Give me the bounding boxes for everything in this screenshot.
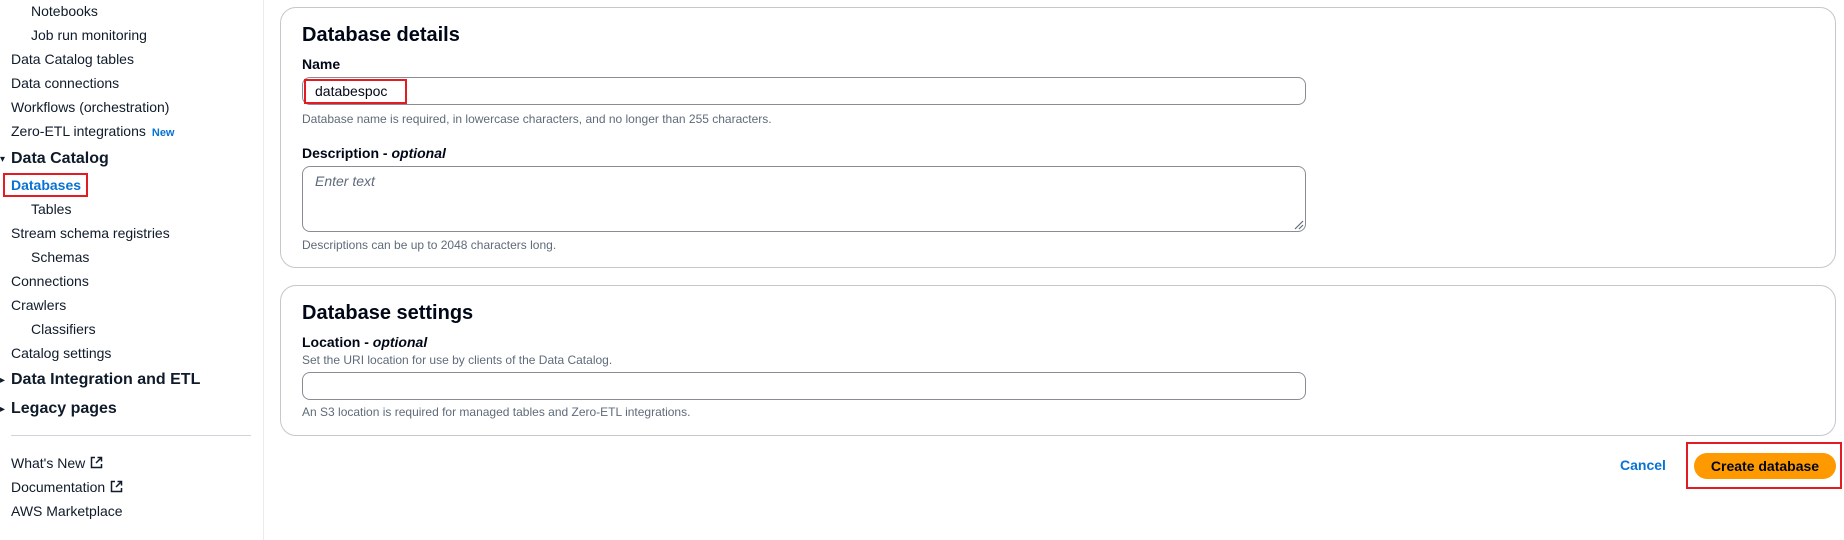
nav-classifiers[interactable]: Classifiers <box>31 320 96 338</box>
highlight-box-create-database <box>1686 442 1842 489</box>
external-link-icon <box>110 480 123 493</box>
caret-right-icon: ▸ <box>0 375 6 386</box>
location-description: Set the URI location for use by clients … <box>302 353 613 367</box>
nav-section-data-integration-etl[interactable]: ▸ Data Integration and ETL <box>0 370 200 391</box>
side-navigation: Notebooks Job run monitoring Data Catalo… <box>0 0 264 540</box>
location-optional-text: optional <box>372 334 428 350</box>
nav-section-data-integration-label: Data Integration and ETL <box>11 371 201 388</box>
description-hint: Descriptions can be up to 2048 character… <box>302 238 557 252</box>
nav-tables[interactable]: Tables <box>31 200 71 218</box>
nav-section-data-catalog-label: Data Catalog <box>11 150 109 167</box>
cancel-button[interactable]: Cancel <box>1620 456 1666 474</box>
location-input[interactable] <box>302 372 1306 400</box>
highlight-box-database-name <box>304 79 407 104</box>
description-optional-text: optional <box>391 145 446 161</box>
location-label-text: Location - <box>302 334 373 350</box>
nav-stream-schema-registries[interactable]: Stream schema registries <box>11 224 170 242</box>
nav-schemas[interactable]: Schemas <box>31 248 89 266</box>
nav-whats-new-label: What's New <box>11 455 86 471</box>
caret-right-icon: ▸ <box>0 404 6 415</box>
location-label: Location - optional <box>302 333 427 351</box>
name-label: Name <box>302 56 341 72</box>
nav-section-data-catalog[interactable]: ▾ Data Catalog <box>0 149 109 170</box>
nav-section-legacy-pages[interactable]: ▸ Legacy pages <box>0 399 117 420</box>
nav-documentation[interactable]: Documentation <box>11 478 123 496</box>
nav-zero-etl-label: Zero-ETL integrations <box>11 123 146 139</box>
nav-workflows[interactable]: Workflows (orchestration) <box>11 98 169 116</box>
nav-connections[interactable]: Connections <box>11 272 89 290</box>
nav-documentation-label: Documentation <box>11 479 106 495</box>
database-name-input[interactable] <box>302 77 1306 105</box>
external-link-icon <box>91 456 103 469</box>
nav-catalog-settings[interactable]: Catalog settings <box>11 344 111 362</box>
name-hint: Database name is required, in lowercase … <box>302 112 772 126</box>
new-badge: New <box>151 127 175 139</box>
caret-down-icon: ▾ <box>0 154 6 165</box>
nav-whats-new[interactable]: What's New <box>11 454 103 472</box>
nav-job-run-monitoring[interactable]: Job run monitoring <box>31 26 147 44</box>
highlight-box-databases <box>3 173 88 197</box>
sidebar-divider <box>11 435 251 436</box>
database-settings-title: Database settings <box>302 302 474 324</box>
nav-zero-etl-integrations[interactable]: Zero-ETL integrations New <box>11 122 175 142</box>
nav-notebooks[interactable]: Notebooks <box>31 2 98 20</box>
database-settings-panel: Database settings Location - optional Se… <box>280 285 1836 436</box>
description-label: Description - optional <box>302 144 446 162</box>
nav-data-connections[interactable]: Data connections <box>11 74 119 92</box>
location-hint: An S3 location is required for managed t… <box>302 405 691 419</box>
nav-data-catalog-tables[interactable]: Data Catalog tables <box>11 50 134 68</box>
nav-section-legacy-label: Legacy pages <box>11 400 117 417</box>
resize-handle-icon[interactable] <box>1292 218 1304 230</box>
description-label-text: Description - <box>302 145 392 161</box>
database-details-title: Database details <box>302 24 460 46</box>
nav-aws-marketplace[interactable]: AWS Marketplace <box>11 502 123 520</box>
description-textarea[interactable] <box>302 166 1306 232</box>
database-details-panel: Database details Name Database name is r… <box>280 7 1836 268</box>
nav-crawlers[interactable]: Crawlers <box>11 296 66 314</box>
description-field-wrap <box>302 166 1306 232</box>
